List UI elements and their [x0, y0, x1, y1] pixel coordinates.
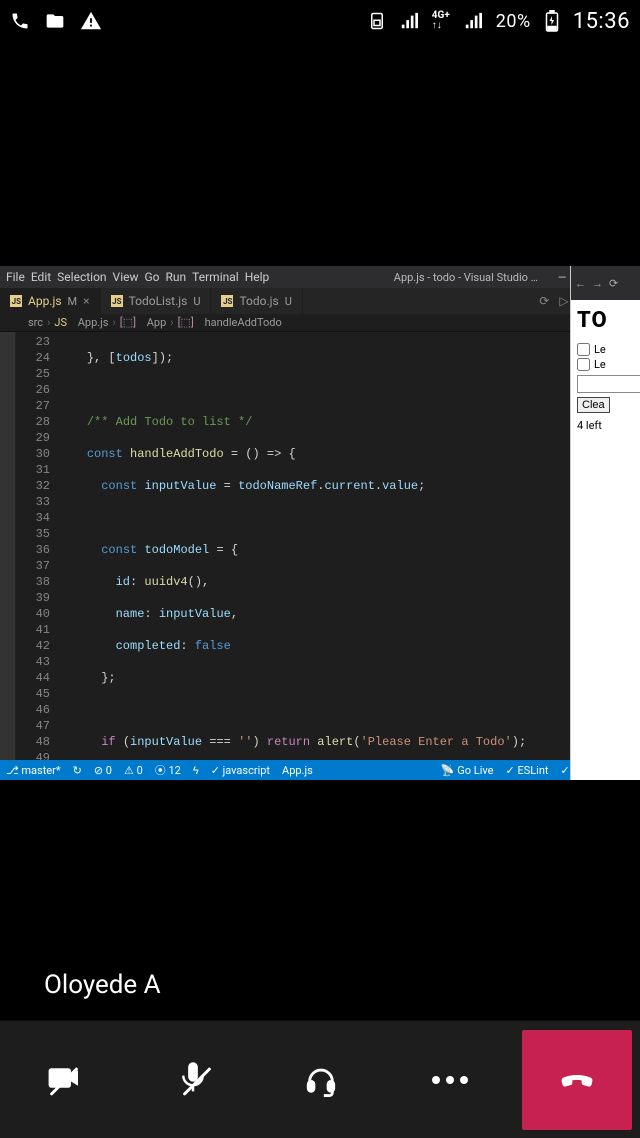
line-gutter: 23 24 25 26 27 28 29 30 31 32 33 34 35 3… [16, 332, 58, 760]
signal-icon [400, 12, 418, 30]
status-warnings[interactable]: ⚠ 0 [124, 764, 143, 777]
js-file-icon: JS [221, 295, 233, 307]
battery-pct: 20% [496, 11, 531, 32]
tab-todo-js[interactable]: JS Todo.js U [211, 288, 302, 314]
forward-icon[interactable]: → [592, 277, 603, 290]
code-editor[interactable]: 23 24 25 26 27 28 29 30 31 32 33 34 35 3… [0, 332, 640, 760]
status-eslint[interactable]: ✓ ESLint [505, 764, 548, 777]
warning-icon [80, 10, 102, 32]
code-content[interactable]: }, [todos]); /** Add Todo to list */ con… [58, 332, 606, 760]
run-icon[interactable]: ▷ [559, 294, 568, 308]
list-item: Le [577, 343, 640, 356]
status-lang[interactable]: ✓ javascript [211, 764, 270, 777]
tab-todolist-js[interactable]: JS TodoList.js U [101, 288, 212, 314]
list-item: Le [577, 358, 640, 371]
git-branch[interactable]: ⎇ master* [6, 764, 61, 777]
git-sync-icon[interactable]: ↻ [73, 764, 82, 777]
camera-off-button[interactable] [0, 1021, 129, 1138]
checkbox-1[interactable] [577, 343, 590, 356]
sim-icon [368, 11, 386, 31]
screen-share-region: File Edit Selection View Go Run Terminal… [0, 266, 640, 780]
page-title: TO [577, 308, 640, 333]
battery-icon [545, 10, 559, 32]
tab-close-icon[interactable]: × [83, 294, 89, 308]
clock: 15:36 [573, 9, 630, 34]
caller-name: Oloyede A [44, 970, 161, 1000]
status-file[interactable]: App.js [282, 764, 313, 777]
signal-icon-2 [464, 12, 482, 30]
menu-view[interactable]: View [113, 270, 139, 284]
activity-bar[interactable] [0, 332, 16, 760]
mic-off-button[interactable] [129, 1021, 258, 1138]
window-title: App.js - todo - Visual Studio … [394, 271, 538, 284]
open-changes-icon[interactable]: ⟳ [539, 294, 549, 308]
device-settings-button[interactable] [257, 1021, 386, 1138]
phone-icon [10, 11, 30, 31]
browser-preview: ← → ⟳ TO Le Le Clea 4 left [570, 266, 640, 780]
menu-selection[interactable]: Selection [57, 270, 106, 284]
js-file-icon: JS [10, 295, 22, 307]
checkbox-2[interactable] [577, 358, 590, 371]
menu-run[interactable]: Run [166, 270, 187, 284]
back-icon[interactable]: ← [575, 277, 586, 290]
status-golive[interactable]: 📡 Go Live [441, 764, 494, 777]
folder-icon [44, 11, 66, 31]
menu-help[interactable]: Help [245, 270, 270, 284]
menu-edit[interactable]: Edit [31, 270, 51, 284]
menu-file[interactable]: File [6, 270, 25, 284]
status-errors[interactable]: ⊘ 0 [94, 764, 112, 777]
reload-icon[interactable]: ⟳ [609, 277, 618, 290]
network-label: 4G+↑↓ [432, 11, 450, 31]
clear-button[interactable]: Clea [577, 397, 610, 413]
todo-input[interactable] [577, 375, 640, 393]
editor-tabs: JS App.js M × JS TodoList.js U JS Todo.j… [0, 288, 640, 314]
android-status-bar: 4G+↑↓ 20% 15:36 [0, 0, 640, 42]
js-file-icon: JS [111, 295, 123, 307]
vscode-menu-bar: File Edit Selection View Go Run Terminal… [0, 266, 640, 288]
hangup-button[interactable] [522, 1030, 632, 1130]
status-ports[interactable]: ⦿ 12 [155, 762, 181, 778]
call-controls [0, 1020, 640, 1138]
menu-terminal[interactable]: Terminal [192, 270, 239, 284]
left-count: 4 left [577, 419, 640, 432]
breadcrumb[interactable]: src› JS App.js› [⬚] App› [⬚] handleAddTo… [0, 314, 640, 332]
status-live-icon[interactable]: ϟ [193, 764, 199, 777]
more-options-button[interactable] [386, 1021, 515, 1138]
browser-toolbar: ← → ⟳ [571, 266, 640, 300]
tab-app-js[interactable]: JS App.js M × [0, 288, 101, 314]
menu-go[interactable]: Go [145, 270, 160, 284]
vscode-status-bar: ⎇ master* ↻ ⊘ 0 ⚠ 0 ⦿ 12 ϟ ✓ javascript … [0, 760, 640, 780]
